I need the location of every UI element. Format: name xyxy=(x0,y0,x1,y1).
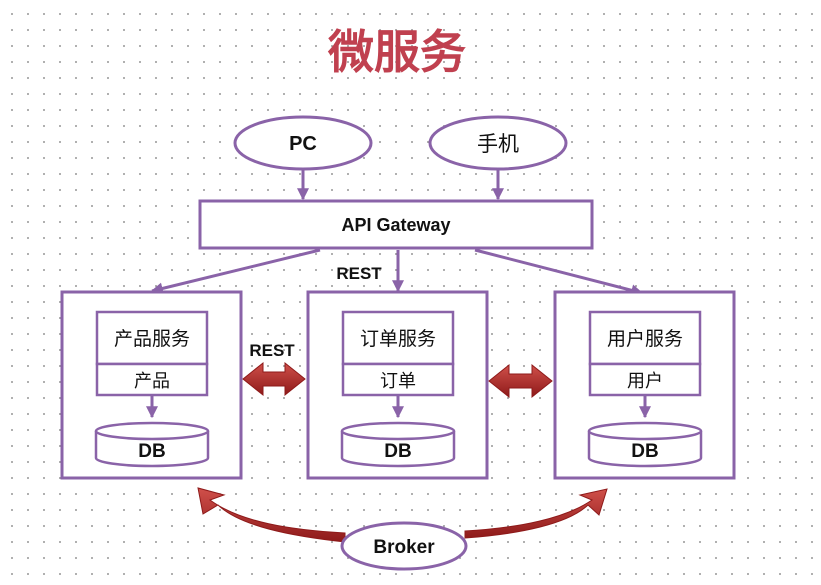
microservices-diagram: 微服务 PC 手机 API Gateway REST 产品服务 产品 DB 订单… xyxy=(60,25,736,571)
gateway-rest-label: REST xyxy=(336,264,382,283)
message-broker: Broker xyxy=(340,521,468,571)
broker-to-product-arrow xyxy=(197,487,346,543)
product-domain-label: 产品 xyxy=(134,371,170,392)
service-product: 产品服务 产品 DB xyxy=(60,290,243,480)
gateway-to-user-arrow xyxy=(474,248,644,297)
service-order-label: 订单服务 xyxy=(360,328,436,350)
broker-label: Broker xyxy=(373,537,435,558)
client-pc: PC xyxy=(233,115,373,171)
broker-to-user-arrow xyxy=(464,488,608,539)
api-gateway: API Gateway xyxy=(198,199,594,250)
product-order-double-arrow xyxy=(242,361,306,397)
service-user: 用户服务 用户 DB xyxy=(553,290,736,480)
client-mobile-label: 手机 xyxy=(477,132,519,156)
product-db-label: DB xyxy=(138,441,165,462)
order-db-label: DB xyxy=(384,441,411,462)
client-pc-label: PC xyxy=(289,133,317,155)
service-order: 订单服务 订单 DB xyxy=(306,290,489,480)
page-title: 微服务 xyxy=(327,25,466,79)
order-user-double-arrow xyxy=(488,363,553,399)
user-domain-label: 用户 xyxy=(627,371,663,392)
service-product-label: 产品服务 xyxy=(114,328,190,350)
client-mobile: 手机 xyxy=(428,115,568,171)
api-gateway-label: API Gateway xyxy=(341,215,450,235)
gateway-to-product-arrow xyxy=(150,248,321,295)
service-user-label: 用户服务 xyxy=(607,328,683,350)
order-domain-label: 订单 xyxy=(380,371,416,392)
inter-service-rest-label: REST xyxy=(249,341,295,360)
user-db-label: DB xyxy=(631,441,658,462)
